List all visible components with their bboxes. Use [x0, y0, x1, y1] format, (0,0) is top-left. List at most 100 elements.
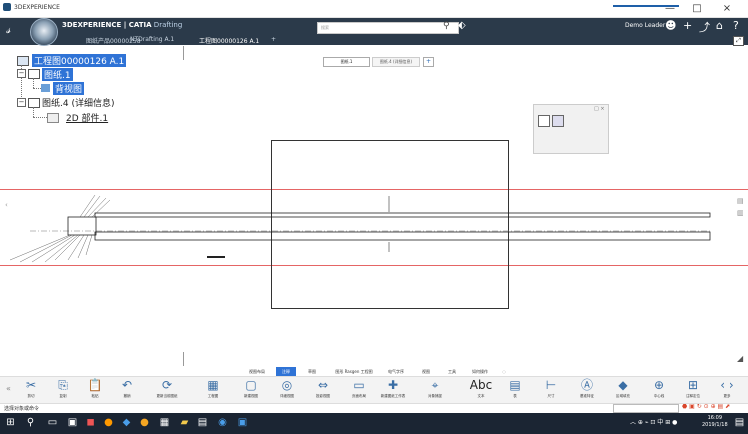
snap-grid-icon[interactable] — [538, 115, 550, 127]
fill-icon: ◆ — [618, 378, 628, 392]
tree-2d-part[interactable]: 2D 部件.1 — [66, 111, 108, 124]
taskbar-app-icon[interactable]: ▣ — [66, 416, 79, 429]
new-view-button[interactable]: ▢ 新建视图 — [234, 377, 268, 403]
notification-icon[interactable]: ▤ — [733, 416, 746, 429]
paste-button[interactable]: 📋 粘贴 — [78, 377, 112, 403]
start-icon[interactable]: ⊞ — [4, 416, 17, 429]
command-input[interactable] — [613, 404, 679, 413]
projection-view-button[interactable]: ⇔ 投影视图 — [306, 377, 340, 403]
datum-button[interactable]: Ⓐ 基准特征 — [570, 377, 604, 403]
centerline-icon: ⊕ — [653, 378, 665, 392]
task-view-icon[interactable]: ▭ — [46, 416, 59, 429]
ribbon-search-icon[interactable]: ○ — [499, 367, 509, 376]
tree-background-view[interactable]: 背视图 — [53, 82, 85, 95]
browser-icon[interactable]: ● — [102, 416, 115, 429]
clock-time: 16:09 — [707, 415, 723, 421]
taskbar-app-icon[interactable]: ◼ — [84, 416, 97, 429]
cut-button[interactable]: ✂ 剪切 — [14, 377, 48, 403]
status-tools-icon[interactable]: ⬣ ▣ ↻ ⊙ ⊕ ▤ ⬈ — [682, 403, 730, 410]
sheet-tab-4[interactable]: 图纸.4 (详细信息) — [372, 57, 420, 67]
close-button[interactable]: × — [716, 2, 738, 15]
ribbon-tab-rasgen[interactable]: 图形 Rasgen 工程图 — [330, 367, 378, 376]
ribbon-tab-howto[interactable]: 如何操作 — [468, 367, 492, 376]
search-icon[interactable]: ⚲ — [443, 21, 450, 31]
ribbon-tab-electrical[interactable]: 电气字序 — [384, 367, 408, 376]
tree-root[interactable]: 工程图00000126 A.1 — [32, 54, 127, 67]
ribbon-tab-sketch[interactable]: 草图 — [302, 367, 322, 376]
tree-connector — [33, 117, 47, 118]
tag-icon[interactable]: ⬖ — [458, 20, 466, 31]
table-icon: ▤ — [509, 378, 521, 392]
add-sheet-button[interactable]: + — [423, 57, 434, 67]
expand-icon[interactable]: ⤢ — [733, 36, 744, 46]
tab-add[interactable]: + — [271, 36, 276, 43]
splitter-handle[interactable] — [183, 46, 184, 60]
copy-icon: ⎘ — [58, 378, 68, 392]
ribbon-tab-tools[interactable]: 工具 — [444, 367, 460, 376]
tree-sheet-1[interactable]: 图纸.1 — [42, 68, 73, 81]
user-name[interactable]: Demo Leader — [625, 22, 665, 29]
collapse-left-icon[interactable]: ‹ — [5, 201, 8, 209]
toolbar-scroll-left-icon[interactable]: « — [6, 384, 11, 393]
ribbon-tab-view[interactable]: 视图 — [418, 367, 434, 376]
ribbon-tab-annotation[interactable]: 注释 — [276, 367, 296, 376]
clock-date: 2019/1/18 — [702, 422, 728, 428]
collapse-toggle[interactable]: − — [17, 69, 26, 78]
taskbar-app-icon[interactable]: ● — [138, 416, 151, 429]
panel-close-icon[interactable]: □ × — [594, 106, 605, 112]
user-icon[interactable]: ☻ — [665, 19, 676, 32]
splitter-handle[interactable] — [183, 352, 184, 366]
share-icon[interactable]: ⤴ — [699, 19, 710, 35]
text-icon: Abc — [469, 378, 493, 392]
folder-icon[interactable]: ▰ — [178, 416, 191, 429]
maximize-button[interactable]: □ — [686, 2, 708, 15]
annotation-position-button[interactable]: ⊞ 注释定位 — [676, 377, 710, 403]
tree-sheet-4[interactable]: 图纸.4 (详细信息) — [42, 96, 114, 109]
drawing-button[interactable]: ▦ 工程图 — [196, 377, 230, 403]
undo-icon: ↶ — [121, 378, 133, 392]
more-tools-button[interactable]: ‹ › 更多 — [712, 377, 742, 403]
collapse-toggle[interactable]: − — [17, 98, 26, 107]
sheet-tab-1[interactable]: 图纸.1 — [323, 57, 370, 67]
taskbar-clock[interactable]: 16:09 2019/1/18 — [702, 415, 728, 429]
area-fill-button[interactable]: ◆ 区域填充 — [606, 377, 640, 403]
taskbar-app-icon[interactable]: ◆ — [120, 416, 133, 429]
dimension-button[interactable]: ⊢ 尺寸 — [534, 377, 568, 403]
minimize-button[interactable]: — — [659, 2, 681, 15]
compass-icon[interactable] — [30, 18, 58, 46]
taskbar-app-icon[interactable]: ▤ — [196, 416, 209, 429]
side-tool-icon[interactable]: ▤ — [737, 197, 744, 205]
page-layout-button[interactable]: ▭ 页面布局 — [342, 377, 376, 403]
drawing-icon: ▦ — [207, 378, 219, 392]
new-sheet-button[interactable]: ✚ 新建图纸工作表 — [376, 377, 410, 403]
tab-ntdrafting[interactable]: NTDrafting A.1 — [130, 36, 174, 43]
tab-drawing[interactable]: 工程图00000126 A.1 — [199, 36, 259, 45]
add-icon[interactable]: + — [683, 19, 692, 32]
system-tray[interactable]: ︿ ⊕ ⌁ ⊡ 中 ⊞ ● — [630, 417, 677, 426]
snap-button[interactable]: ⌖ 对象捕捉 — [418, 377, 452, 403]
table-button[interactable]: ▤ 表 — [498, 377, 532, 403]
search-input[interactable]: 搜索 — [317, 22, 459, 34]
taskbar-app-icon[interactable]: ▦ — [158, 416, 171, 429]
undo-button[interactable]: ↶ 撤销 — [110, 377, 144, 403]
help-icon[interactable]: ? — [733, 19, 739, 32]
view-filter-icon[interactable] — [552, 115, 564, 127]
search-task-icon[interactable]: ⚲ — [24, 416, 37, 429]
app-icon — [3, 3, 11, 11]
brand-sub: Drafting — [151, 21, 183, 29]
detail-view-button[interactable]: ◎ 详细视图 — [270, 377, 304, 403]
side-tool-icon[interactable]: ▥ — [737, 209, 744, 217]
copy-button[interactable]: ⎘ 复制 — [46, 377, 80, 403]
taskbar-app-icon[interactable]: ▣ — [236, 416, 249, 429]
tree-connector — [33, 107, 34, 117]
resize-corner-icon[interactable]: ◢ — [737, 354, 743, 363]
catia-taskbar-icon[interactable]: ◉ — [216, 416, 229, 429]
window-title: 3DEXPERIENCE — [14, 4, 60, 11]
text-button[interactable]: Abc 文本 — [464, 377, 498, 403]
update-sheet-button[interactable]: ⟳ 更新当前图纸 — [150, 377, 184, 403]
centerline-button[interactable]: ⊕ 中心线 — [642, 377, 676, 403]
title-accent-bar — [613, 5, 679, 7]
ribbon-tab-view-layout[interactable]: 视图布局 — [244, 367, 270, 376]
home-icon[interactable]: ⌂ — [716, 19, 723, 32]
ds-logo-icon[interactable]: 𝓈 — [6, 22, 10, 37]
